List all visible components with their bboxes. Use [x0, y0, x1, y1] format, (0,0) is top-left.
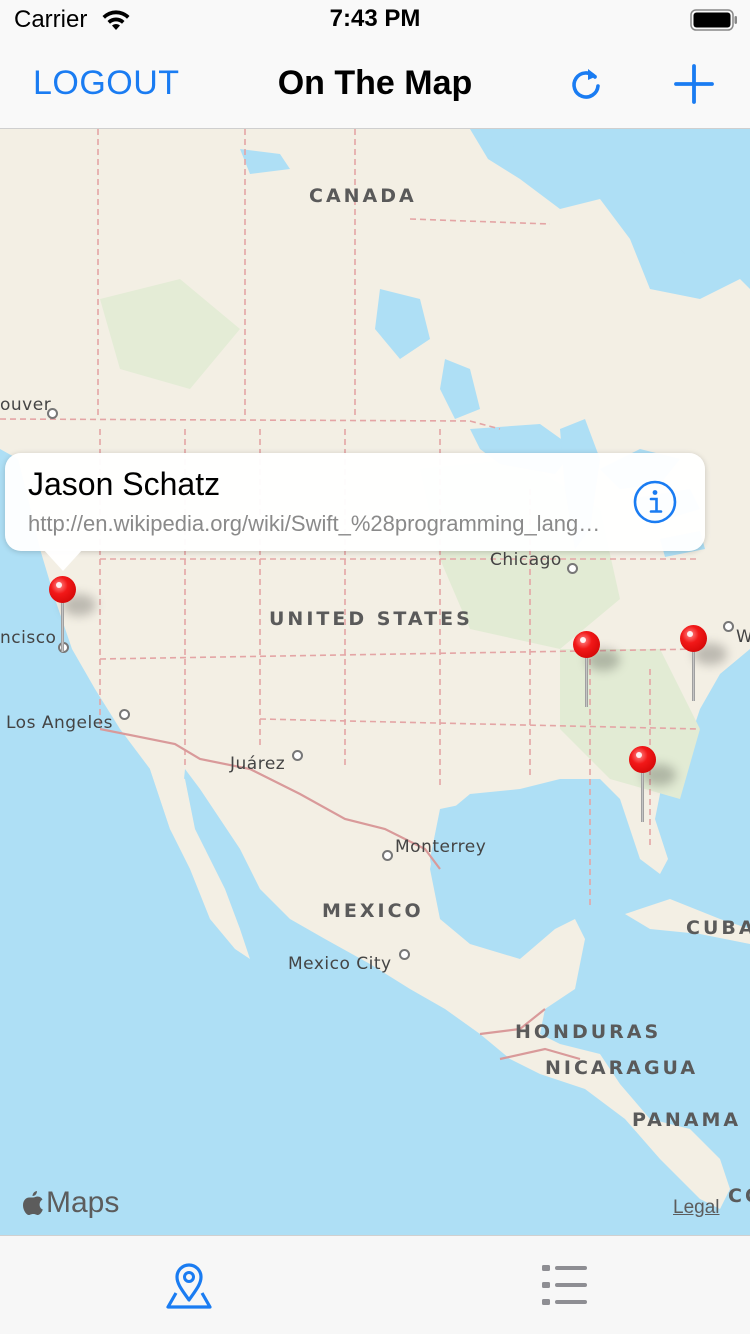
city-dot [47, 408, 58, 419]
tab-bar [0, 1235, 750, 1334]
city-dot [119, 709, 130, 720]
map-view[interactable]: CANADA UNITED STATES MEXICO CUBA HONDURA… [0, 129, 750, 1235]
map-label-country: UNITED STATES [269, 608, 473, 630]
status-time: 7:43 PM [329, 5, 421, 32]
map-label-country: HONDURAS [515, 1021, 662, 1043]
city-dot [723, 621, 734, 632]
map-label-city: Monterrey [395, 837, 487, 857]
list-icon[interactable] [538, 1260, 592, 1310]
legal-link[interactable]: Legal [673, 1197, 720, 1219]
info-icon[interactable] [632, 479, 678, 525]
city-dot [399, 949, 410, 960]
map-pin[interactable] [679, 625, 727, 705]
city-dot [382, 850, 393, 861]
refresh-icon[interactable] [566, 64, 606, 104]
map-label-country: CANADA [309, 185, 417, 207]
map-label-city: Mexico City [288, 954, 392, 974]
map-pin[interactable] [48, 576, 96, 656]
callout-subtitle: http://en.wikipedia.org/wiki/Swift_%28pr… [28, 511, 603, 536]
city-dot [292, 750, 303, 761]
map-pin-icon[interactable] [160, 1260, 218, 1310]
logout-button[interactable]: LOGOUT [33, 64, 180, 103]
callout-tail [43, 549, 83, 571]
apple-logo-icon [23, 1191, 43, 1215]
pin-callout[interactable]: Jason Schatz http://en.wikipedia.org/wik… [5, 453, 705, 571]
map-label-country: NICARAGUA [545, 1057, 699, 1079]
maps-attribution: Maps [22, 1186, 119, 1220]
map-label-city: Los Angeles [6, 713, 114, 733]
city-dot [567, 563, 578, 574]
map-label-country: MEXICO [322, 900, 424, 922]
map-label-city: W [736, 627, 750, 647]
battery-icon [690, 9, 737, 31]
map-label-country: CUBA [686, 917, 750, 939]
map-label-city: Juárez [230, 754, 286, 774]
map-pin[interactable] [628, 746, 676, 826]
status-bar: Carrier 7:43 PM [0, 0, 750, 40]
map-label-country: CO [728, 1185, 750, 1207]
map-label-city: Chicago [490, 550, 562, 570]
navigation-bar: LOGOUT On The Map [0, 40, 750, 129]
map-label-city: ouver [0, 395, 52, 415]
add-pin-button[interactable] [672, 62, 716, 106]
map-label-country: PANAMA [632, 1109, 742, 1131]
maps-attribution-label: Maps [46, 1186, 120, 1219]
map-pin[interactable] [572, 631, 620, 711]
callout-title: Jason Schatz [28, 466, 221, 502]
